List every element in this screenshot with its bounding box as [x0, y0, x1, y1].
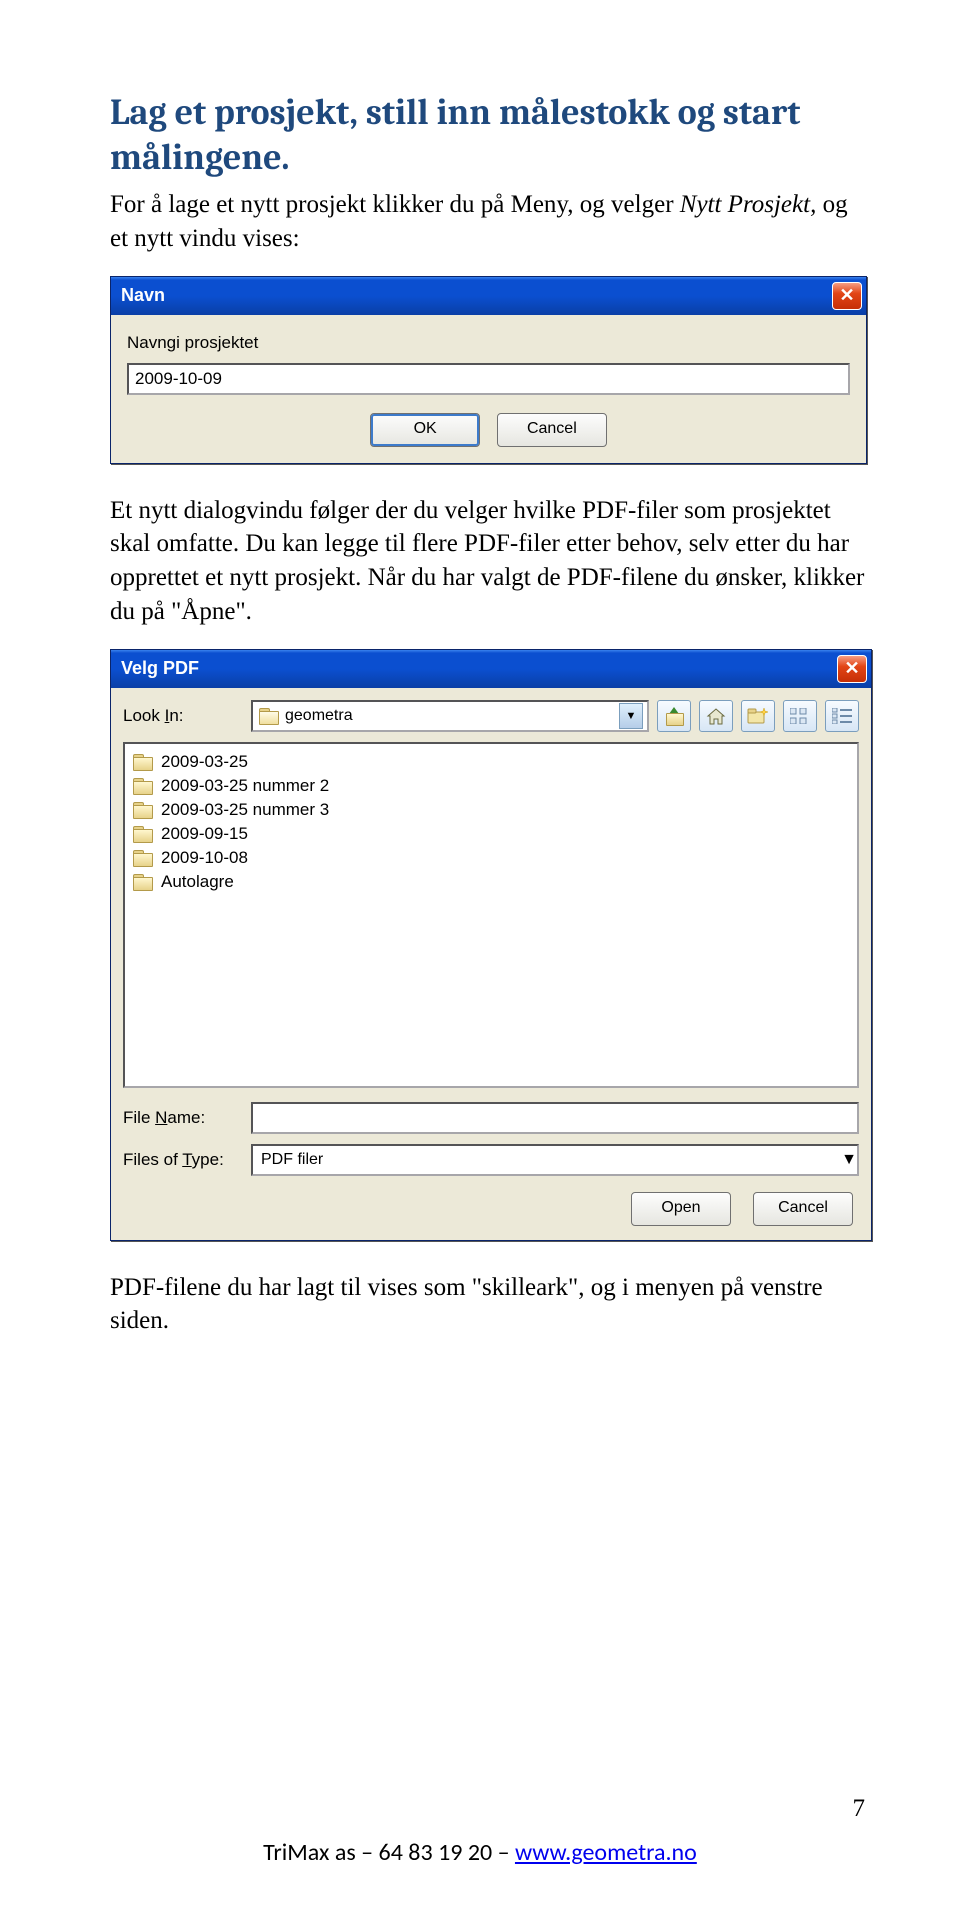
folder-icon — [133, 754, 153, 770]
home-button[interactable] — [699, 700, 733, 732]
home-icon — [706, 707, 726, 725]
details-view-button[interactable] — [825, 700, 859, 732]
folder-icon — [133, 874, 153, 890]
list-item[interactable]: 2009-10-08 — [133, 846, 849, 870]
footer-link[interactable]: www.geometra.no — [515, 1838, 697, 1867]
folder-icon — [133, 826, 153, 842]
file-item-label: Autolagre — [161, 872, 234, 892]
file-item-label: 2009-03-25 — [161, 752, 248, 772]
close-icon: ✕ — [839, 285, 854, 306]
project-name-input[interactable] — [127, 363, 850, 395]
file-dialog: Velg PDF ✕ Look In: geometra ▼ — [110, 649, 872, 1241]
list-view-button[interactable] — [783, 700, 817, 732]
file-name-label: File Name: — [123, 1108, 243, 1128]
project-name-label: Navngi prosjektet — [127, 333, 850, 353]
dropdown-arrow-icon: ▼ — [841, 1151, 857, 1169]
intro-text-a: For å lage et nytt prosjekt klikker du p… — [110, 191, 680, 218]
footer-company: TriMax as – 64 83 19 20 – — [263, 1838, 515, 1867]
list-item[interactable]: 2009-03-25 nummer 3 — [133, 798, 849, 822]
close-icon: ✕ — [844, 658, 859, 679]
look-in-label: Look In: — [123, 706, 243, 726]
list-item[interactable]: 2009-03-25 — [133, 750, 849, 774]
file-item-label: 2009-03-25 nummer 2 — [161, 776, 329, 796]
page-number: 7 — [853, 1795, 866, 1823]
new-folder-icon — [747, 707, 769, 725]
name-dialog-titlebar: Navn ✕ — [111, 277, 866, 315]
page-footer: TriMax as – 64 83 19 20 – www.geometra.n… — [0, 1838, 960, 1867]
up-folder-button[interactable] — [657, 700, 691, 732]
cancel-button[interactable]: Cancel — [497, 413, 607, 447]
look-in-combo[interactable]: geometra ▼ — [251, 700, 649, 732]
new-folder-button[interactable] — [741, 700, 775, 732]
look-in-value: geometra — [285, 707, 353, 725]
file-type-label: Files of Type: — [123, 1150, 243, 1170]
file-type-value: PDF filer — [261, 1151, 323, 1169]
file-item-label: 2009-09-15 — [161, 824, 248, 844]
intro-paragraph: For å lage et nytt prosjekt klikker du p… — [110, 188, 870, 256]
folder-icon — [133, 802, 153, 818]
paragraph-3: PDF-filene du har lagt til vises som "sk… — [110, 1271, 870, 1339]
file-dialog-titlebar: Velg PDF ✕ — [111, 650, 871, 688]
list-item[interactable]: Autolagre — [133, 870, 849, 894]
close-button[interactable]: ✕ — [832, 282, 862, 310]
file-item-label: 2009-03-25 nummer 3 — [161, 800, 329, 820]
folder-icon — [133, 778, 153, 794]
file-name-input[interactable] — [251, 1102, 859, 1134]
ok-button[interactable]: OK — [370, 413, 480, 447]
folder-open-icon — [259, 708, 279, 724]
folder-icon — [133, 850, 153, 866]
intro-emphasis: Nytt Prosjekt, — [680, 191, 817, 218]
list-item[interactable]: 2009-03-25 nummer 2 — [133, 774, 849, 798]
name-dialog: Navn ✕ Navngi prosjektet OK Cancel — [110, 276, 867, 464]
name-dialog-title: Navn — [121, 285, 165, 306]
file-dialog-title: Velg PDF — [121, 658, 199, 679]
close-button[interactable]: ✕ — [837, 655, 867, 683]
dropdown-arrow-icon: ▼ — [619, 703, 643, 729]
cancel-button[interactable]: Cancel — [753, 1192, 853, 1226]
details-view-icon — [832, 708, 852, 724]
file-item-label: 2009-10-08 — [161, 848, 248, 868]
file-list[interactable]: 2009-03-25 2009-03-25 nummer 2 2009-03-2… — [123, 742, 859, 1088]
paragraph-2: Et nytt dialogvindu følger der du velger… — [110, 494, 870, 629]
list-item[interactable]: 2009-09-15 — [133, 822, 849, 846]
open-button[interactable]: Open — [631, 1192, 731, 1226]
up-folder-icon — [664, 707, 684, 725]
file-type-combo[interactable]: PDF filer ▼ — [251, 1144, 859, 1176]
list-view-icon — [790, 708, 810, 724]
section-heading: Lag et prosjekt, still inn målestokk og … — [110, 90, 870, 180]
